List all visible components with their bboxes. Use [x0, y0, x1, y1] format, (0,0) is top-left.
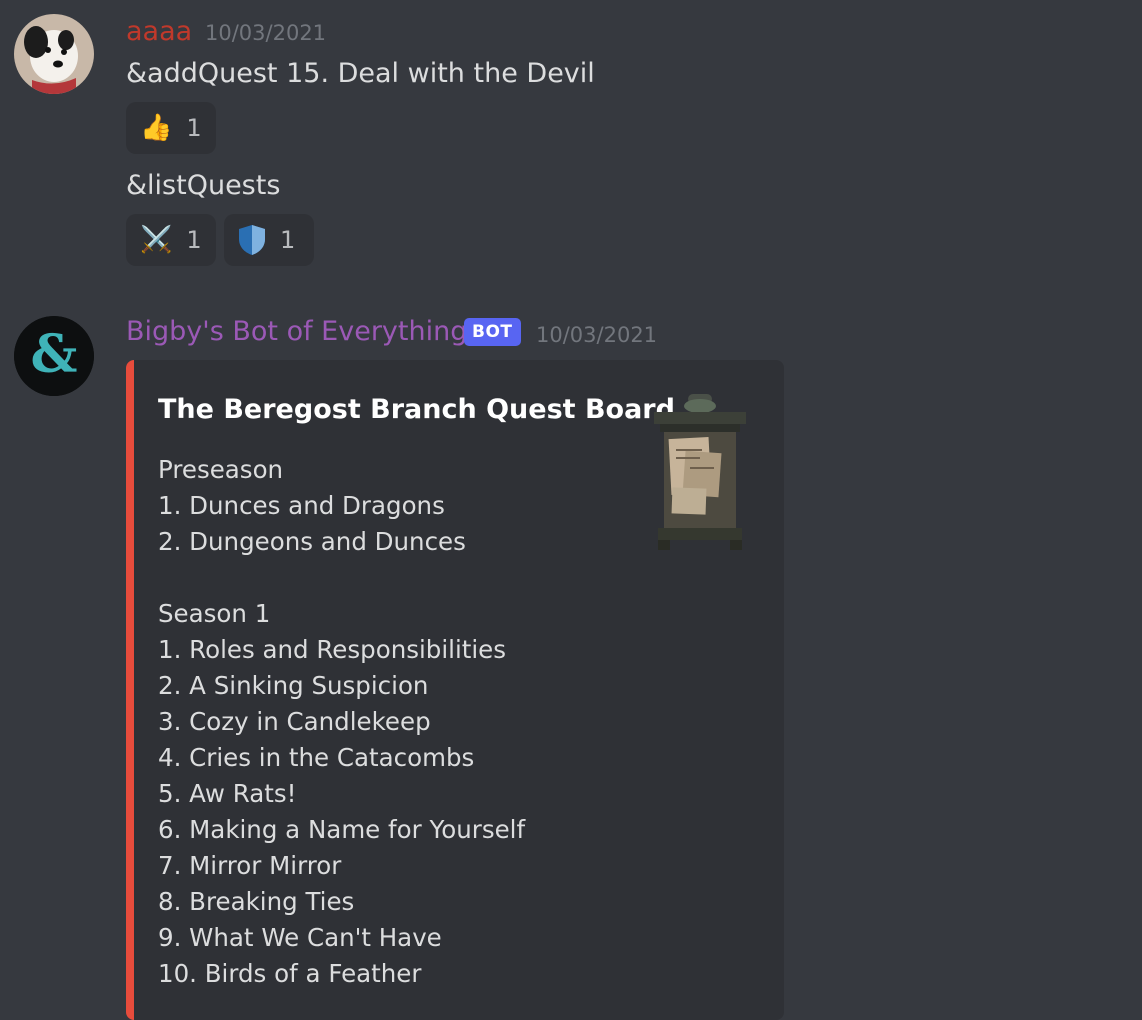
message-text: &addQuest 15. Deal with the Devil: [126, 58, 595, 89]
quest-board-embed: The Beregost Branch Quest Board Preseaso…: [126, 360, 784, 1020]
embed-line: 7. Mirror Mirror: [158, 851, 342, 880]
embed-line: 9. What We Can't Have: [158, 923, 442, 952]
embed-line: 10. Birds of a Feather: [158, 959, 422, 988]
embed-line: 1. Dunces and Dragons: [158, 491, 445, 520]
user-avatar[interactable]: [14, 14, 94, 94]
embed-line: 3. Cozy in Candlekeep: [158, 707, 431, 736]
reaction-thumbs-up[interactable]: 👍 1: [126, 102, 216, 154]
reaction-crossed-swords[interactable]: ⚔️ 1: [126, 214, 216, 266]
embed-line: 5. Aw Rats!: [158, 779, 297, 808]
quest-board-icon[interactable]: [648, 392, 752, 552]
crossed-swords-icon: ⚔️: [140, 225, 173, 255]
timestamp: 10/03/2021: [536, 323, 658, 347]
username[interactable]: aaaa: [126, 16, 192, 47]
embed-title: The Beregost Branch Quest Board: [158, 394, 675, 425]
bot-avatar[interactable]: &: [14, 316, 94, 396]
embed-line: 6. Making a Name for Yourself: [158, 815, 526, 844]
embed-line: 4. Cries in the Catacombs: [158, 743, 475, 772]
reaction-count: 1: [280, 226, 296, 254]
embed-accent-bar: [126, 360, 134, 1020]
dnd-ampersand-icon: &: [14, 316, 94, 396]
embed-line: 8. Breaking Ties: [158, 887, 355, 916]
message-text: &listQuests: [126, 170, 281, 201]
shield-icon: [238, 224, 266, 256]
thumbs-up-icon: 👍: [140, 113, 173, 143]
bot-username[interactable]: Bigby's Bot of Everything: [126, 316, 467, 347]
embed-line: Season 1: [158, 599, 271, 628]
embed-line: Preseason: [158, 455, 284, 484]
reaction-count: 1: [186, 226, 202, 254]
svg-text:&: &: [31, 324, 78, 385]
embed-line: [158, 560, 525, 596]
embed-line: 2. A Sinking Suspicion: [158, 671, 429, 700]
reaction-count: 1: [186, 114, 202, 142]
bot-tag: BOT: [464, 318, 521, 346]
embed-line: 2. Dungeons and Dunces: [158, 527, 466, 556]
reaction-shield[interactable]: 1: [224, 214, 314, 266]
embed-line: 1. Roles and Responsibilities: [158, 635, 507, 664]
dog-avatar-icon: [14, 14, 94, 94]
timestamp: 10/03/2021: [205, 21, 327, 45]
embed-description: Preseason 1. Dunces and Dragons 2. Dunge…: [158, 452, 525, 992]
